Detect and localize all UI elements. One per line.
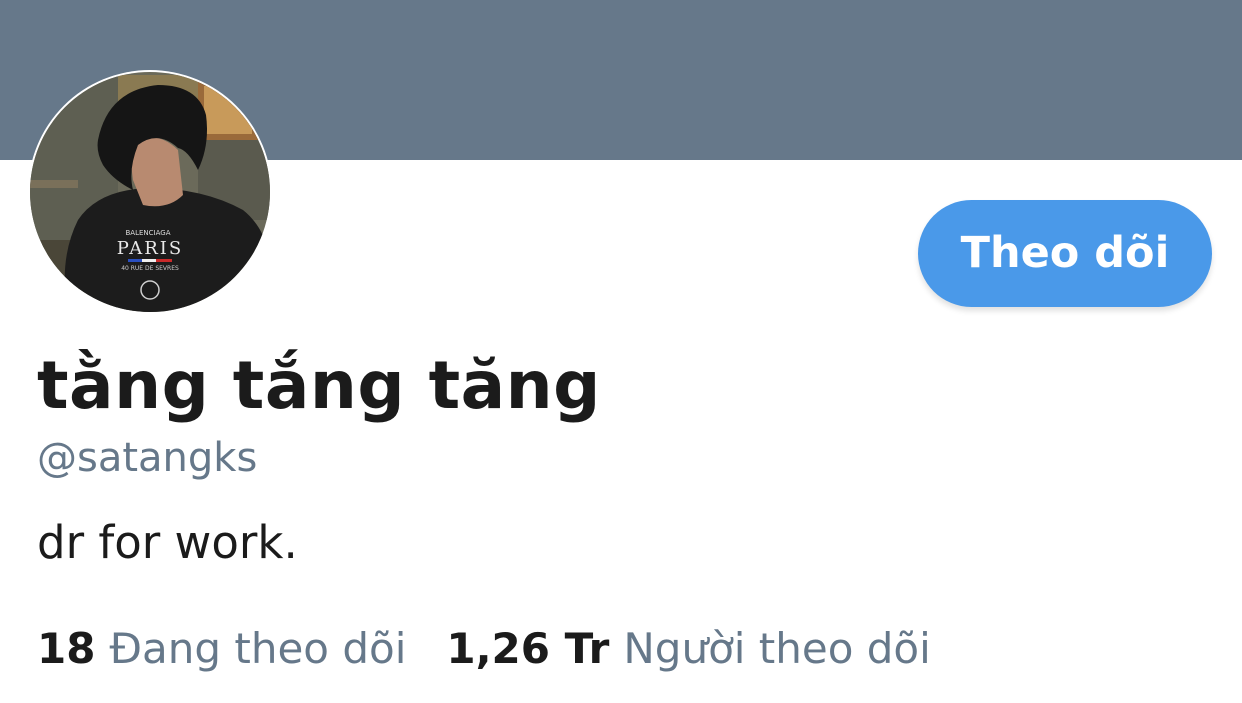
svg-text:40 RUE DE SEVRES: 40 RUE DE SEVRES [121, 265, 179, 272]
following-count: 18 [37, 624, 96, 673]
following-label: Đang theo dõi [109, 624, 407, 673]
followers-link[interactable]: 1,26 Tr Người theo dõi [446, 622, 930, 676]
follow-button[interactable]: Theo dõi [918, 200, 1212, 307]
avatar[interactable]: BALENCIAGA PARIS 40 RUE DE SEVRES [28, 70, 272, 314]
following-link[interactable]: 18 Đang theo dõi [37, 622, 406, 676]
profile-stats: 18 Đang theo dõi 1,26 Tr Người theo dõi [37, 622, 931, 676]
svg-text:PARIS: PARIS [117, 238, 183, 259]
profile-page: BALENCIAGA PARIS 40 RUE DE SEVRES Theo d… [0, 0, 1242, 703]
display-name: tằng tắng tăng [37, 347, 601, 424]
username-handle: @satangks [37, 435, 258, 481]
followers-count: 1,26 Tr [446, 624, 610, 673]
followers-label: Người theo dõi [623, 624, 931, 673]
profile-bio: dr for work. [37, 516, 298, 569]
svg-text:BALENCIAGA: BALENCIAGA [126, 229, 171, 237]
avatar-photo: BALENCIAGA PARIS 40 RUE DE SEVRES [30, 72, 270, 312]
